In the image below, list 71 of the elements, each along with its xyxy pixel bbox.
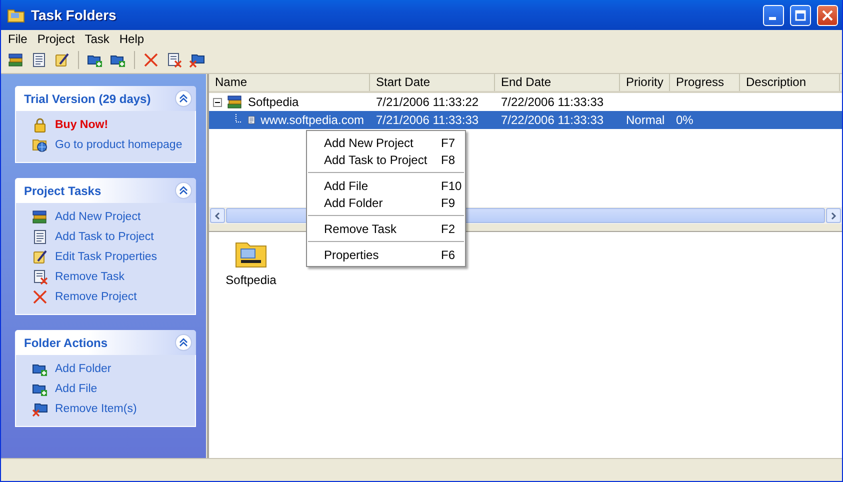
menu-item[interactable]: Help	[114, 32, 150, 46]
panel-title: Trial Version (29 days)	[24, 92, 151, 106]
task-link[interactable]: Remove Item(s)	[55, 403, 137, 415]
delete-icon[interactable]	[143, 52, 159, 68]
scroll-right-button[interactable]	[826, 208, 841, 223]
document-remove-icon[interactable]	[166, 52, 182, 68]
task-link[interactable]: Remove Project	[55, 291, 137, 303]
task-link[interactable]: Buy Now!	[55, 119, 108, 131]
collapse-button[interactable]	[175, 182, 192, 199]
table-cell-text: Normal	[625, 113, 666, 127]
scroll-left-button[interactable]	[210, 208, 225, 223]
panel-title: Folder Actions	[24, 336, 108, 350]
folder-remove-icon[interactable]	[189, 52, 205, 68]
column-header[interactable]: Priority	[620, 74, 670, 91]
table-cell-text: 7/21/2006 11:33:22	[375, 95, 480, 109]
close-button[interactable]	[817, 4, 838, 26]
expand-toggle[interactable]	[213, 98, 222, 106]
delete-icon[interactable]	[32, 289, 48, 305]
menu-item[interactable]: Project	[32, 32, 80, 46]
task-link[interactable]: Add Task to Project	[55, 231, 154, 243]
context-menu-item[interactable]: Add File F10	[307, 177, 465, 194]
books-icon[interactable]	[32, 209, 48, 225]
collapse-button[interactable]	[175, 334, 192, 351]
tree-row[interactable]: www.softpedia.com 7/21/2006 11:33:33 7/22/2006 11:33:33 Normal 0%	[209, 111, 842, 129]
edit-icon[interactable]	[54, 52, 70, 68]
maximize-button[interactable]	[790, 4, 811, 26]
app-folder-icon	[7, 7, 25, 23]
table-cell-text: 7/21/2006 11:33:33	[375, 113, 480, 127]
edit-icon[interactable]	[32, 249, 48, 265]
document-icon[interactable]	[32, 229, 48, 245]
column-header[interactable]: Name	[209, 74, 370, 91]
tree-row[interactable]: Softpedia 7/21/2006 11:33:22 7/22/2006 11:33:33	[209, 93, 842, 111]
chevron-icon	[179, 338, 188, 347]
task-link[interactable]: Edit Task Properties	[55, 251, 158, 263]
context-menu-item[interactable]: Properties F6	[307, 246, 465, 263]
document-icon[interactable]	[31, 52, 47, 68]
column-header[interactable]: Start Date	[370, 74, 495, 91]
column-header[interactable]: Progress	[670, 74, 740, 91]
panel-title: Project Tasks	[24, 184, 102, 198]
folder-label[interactable]: Softpedia	[226, 273, 276, 287]
task-link[interactable]: Add File	[55, 383, 98, 395]
task-link[interactable]: Remove Task	[55, 271, 124, 283]
close-icon	[822, 10, 833, 20]
column-header[interactable]: Description	[740, 74, 840, 91]
menu-item[interactable]: Task	[80, 32, 114, 46]
context-menu-item[interactable]: Add New Project F7	[307, 134, 465, 151]
column-header[interactable]: End Date	[495, 74, 620, 91]
books-icon[interactable]	[8, 52, 24, 68]
table-cell-text: 7/22/2006 11:33:33	[500, 95, 605, 109]
project-icon[interactable]	[227, 94, 243, 110]
chevron-icon	[179, 186, 188, 195]
tree-item-label: www.softpedia.com	[260, 113, 364, 127]
task-link[interactable]: Add Folder	[55, 363, 112, 375]
folder-remove-icon[interactable]	[32, 401, 48, 417]
window-title: Task Folders	[31, 7, 118, 23]
minimize-icon	[768, 16, 776, 20]
menu-item[interactable]: File	[3, 32, 32, 46]
task-link[interactable]: Add New Project	[55, 211, 141, 223]
globe-folder-icon[interactable]	[32, 137, 48, 153]
context-menu-item[interactable]: Add Folder F9	[307, 194, 465, 211]
maximize-icon	[795, 10, 806, 20]
collapse-button[interactable]	[175, 90, 192, 107]
table-cell-text: 0%	[675, 113, 694, 127]
table-cell-text: 7/22/2006 11:33:33	[500, 113, 605, 127]
minimize-button[interactable]	[763, 4, 784, 26]
context-menu-item[interactable]: Remove Task F2	[307, 220, 465, 237]
context-menu-item[interactable]: Add Task to Project F8	[307, 151, 465, 168]
document-remove-icon[interactable]	[32, 269, 48, 285]
chevron-icon	[179, 94, 188, 103]
tree-item-label: Softpedia	[248, 95, 299, 109]
task-link[interactable]: Go to product homepage	[55, 139, 182, 151]
